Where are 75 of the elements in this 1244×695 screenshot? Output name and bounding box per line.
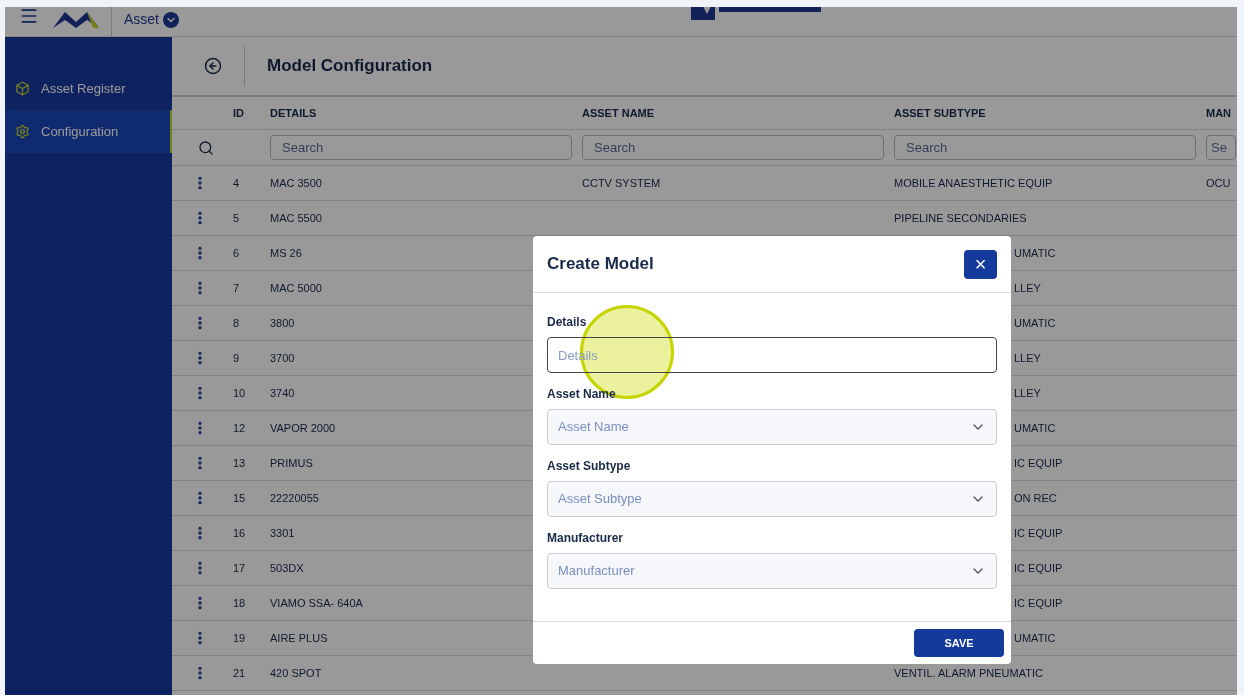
table-cell-text: 420 SPOT [270,665,322,681]
table-cell-text: MS 26 [270,245,302,261]
table-cell-text: 9 [233,350,240,366]
table-cell-text: UMATIC [1014,315,1056,331]
table-cell-text: 7 [233,280,240,296]
table-cell-text: 12 [233,420,246,436]
gear-icon [15,124,30,139]
table-cell-text: UMATIC [1014,245,1056,261]
table-cell-text: ON REC [1014,490,1057,506]
table-cell-text: CCTV SYSTEM [582,175,661,191]
module-label[interactable]: Asset [124,9,159,30]
table-cell-text: VAPOR 2000 [270,420,336,436]
field-label: Details [547,314,588,331]
table-cell-text: VENTIL. ALARM PNEUMATIC [894,665,1043,681]
table-cell-text: LLEY [1014,385,1041,401]
column-header[interactable]: MAN [1206,104,1237,122]
dialog-title: Create Model [547,253,654,276]
dropdown-field[interactable]: Asset Name [547,409,997,445]
menu-icon[interactable] [19,7,39,26]
column-header[interactable]: ASSET NAME [582,104,894,122]
field-label: Manufacturer [547,530,624,547]
table-cell-text: 3800 [270,315,295,331]
table-cell-text: 6 [233,245,240,261]
table-cell-text: 3700 [270,350,295,366]
search-icon[interactable] [198,139,214,156]
table-cell-text: 3740 [270,385,295,401]
table-cell-text: AIRE PLUS [270,630,328,646]
table-cell-text: MAC 5500 [270,210,322,226]
table-cell-text: 16 [233,525,246,541]
table-cell-text: LLEY [1014,280,1041,296]
table-cell-text: IC EQUIP [1014,455,1063,471]
table-cell-text: 19 [233,630,246,646]
sidebar-item[interactable]: Asset Register [5,67,172,110]
table-cell-text: IC EQUIP [1014,525,1063,541]
sidebar-item[interactable]: Configuration [5,110,172,153]
table-cell-text: LLEY [1014,350,1041,366]
table-cell-text: 4 [233,175,240,191]
table-cell-text: PRIMUS [270,455,313,471]
column-header[interactable]: DETAILS [270,104,582,122]
table-cell-text: 8 [233,315,240,331]
table-cell-text: 10 [233,385,246,401]
table-cell-text: PIPELINE SECONDARIES [894,210,1027,226]
back-icon[interactable] [204,57,222,75]
dropdown-field[interactable]: Manufacturer [547,553,997,589]
table-cell-text: UMATIC [1014,630,1056,646]
table-cell-text: MAC 3500 [270,175,322,191]
table-cell-text: 13 [233,455,246,471]
column-header[interactable]: ID [172,104,270,122]
module-dropdown-icon[interactable] [163,11,179,28]
table-cell-text: IC EQUIP [1014,560,1063,576]
table-cell-text: 17 [233,560,246,576]
field-label: Asset Subtype [547,458,632,475]
close-button[interactable]: × [964,249,997,279]
table-cell-text: MOBILE ANAESTHETIC EQUIP [894,175,1053,191]
table-cell-text: 22220055 [270,490,319,506]
column-search-field[interactable]: Search [894,135,1196,160]
table-cell-text: VIAMO SSA- 640A [270,595,363,611]
cube-icon [15,81,30,96]
table-cell-text: MAC 5000 [270,280,322,296]
dropdown-field[interactable]: Asset Subtype [547,481,997,517]
column-search-field[interactable]: Se [1206,135,1236,160]
column-search-field[interactable]: Search [270,135,572,160]
table-cell-text: 15 [233,490,246,506]
table-cell-text: IC EQUIP [1014,595,1063,611]
table-cell-text: 3301 [270,525,295,541]
table-cell-text: UMATIC [1014,420,1056,436]
column-search-field[interactable]: Search [582,135,884,160]
table-cell-text: OCU [1206,175,1231,191]
table-cell-text: 21 [233,665,246,681]
table-cell-text: 5 [233,210,240,226]
save-button[interactable]: SAVE [914,629,1004,657]
column-header[interactable]: ASSET SUBTYPE [894,104,1206,122]
page-title: Model Configuration [267,55,433,78]
table-cell-text: 18 [233,595,246,611]
table-cell-text: 503DX [270,560,304,576]
